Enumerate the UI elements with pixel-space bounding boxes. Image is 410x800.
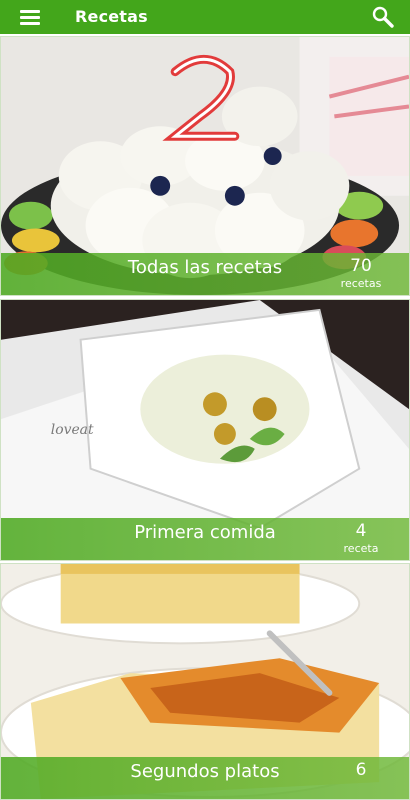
category-card-segundos-platos[interactable]: Segundos platos 6 [0,563,410,800]
category-card-primera-comida[interactable]: loveat Primera comida 4 receta [0,299,410,561]
category-overlay: Segundos platos 6 [1,757,409,799]
recipe-count: 4 [355,521,367,541]
app-bar: Recetas [0,0,410,34]
recipe-count: 6 [355,760,367,780]
category-card-todas[interactable]: Todas las recetas 70 recetas [0,36,410,296]
menu-icon [20,10,40,25]
page-title: Recetas [75,7,148,26]
search-button[interactable] [370,4,396,30]
recipe-count-unit: receta [343,542,379,555]
recipe-count: 70 [350,256,372,276]
category-overlay: Todas las recetas 70 recetas [1,253,409,295]
menu-button[interactable] [10,3,50,31]
svg-text:loveat: loveat [51,422,94,438]
category-overlay: Primera comida 4 receta [1,518,409,560]
search-icon [372,6,394,28]
recipe-count-unit: recetas [340,277,382,290]
